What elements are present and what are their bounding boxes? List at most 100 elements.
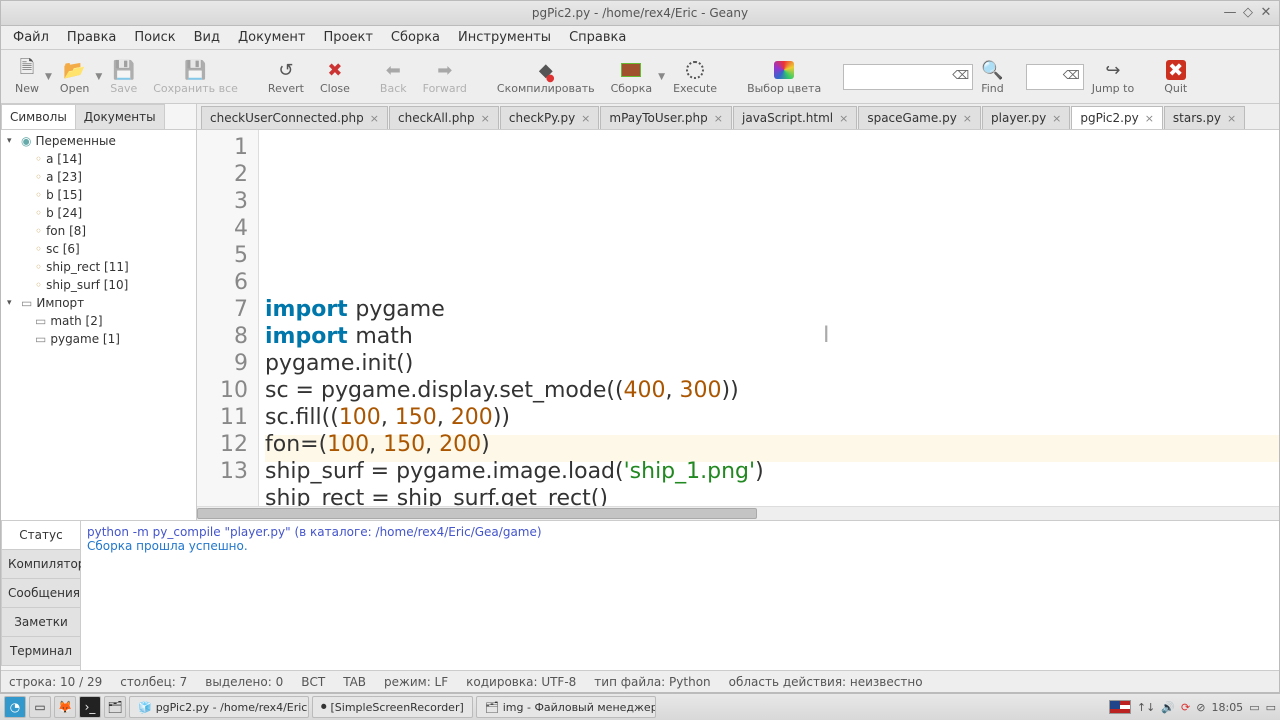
close-tab-icon[interactable]: × — [581, 112, 590, 125]
symbol-variable[interactable]: ◦ship_rect [11] — [1, 258, 196, 276]
menu-help[interactable]: Справка — [561, 27, 634, 48]
menu-tools[interactable]: Инструменты — [450, 27, 559, 48]
quit-button[interactable]: ✖Quit — [1156, 56, 1195, 97]
files-launcher[interactable]: 🗂 — [104, 696, 126, 718]
editor-tab[interactable]: spaceGame.py× — [858, 106, 981, 129]
sidebar-tab-symbols[interactable]: Символы — [1, 104, 76, 129]
symbol-import[interactable]: ▭pygame [1] — [1, 330, 196, 348]
open-dropdown-icon[interactable]: ▼ — [95, 72, 102, 82]
clear-jump-icon[interactable]: ⌫ — [1063, 68, 1080, 82]
close-tab-icon[interactable]: × — [370, 112, 379, 125]
color-chooser-button[interactable]: Выбор цвета — [739, 56, 829, 97]
symbol-import[interactable]: ▭math [2] — [1, 312, 196, 330]
editor-tab[interactable]: player.py× — [982, 106, 1070, 129]
menu-build[interactable]: Сборка — [383, 27, 448, 48]
taskbar-item-geany[interactable]: 🧊pgPic2.py - /home/rex4/Eric -... — [129, 696, 309, 718]
taskbar-item-files[interactable]: 🗂img - Файловый менеджер — [476, 696, 656, 718]
window-title: pgPic2.py - /home/rex4/Eric - Geany — [0, 6, 1280, 20]
sidebar-tab-documents[interactable]: Документы — [75, 104, 165, 129]
msgtab-status[interactable]: Статус — [1, 520, 80, 550]
revert-button[interactable]: ↺Revert — [260, 56, 312, 97]
save-button[interactable]: 💾Save — [102, 56, 145, 97]
status-mode: режим: LF — [384, 675, 448, 689]
status-column: столбец: 7 — [120, 675, 187, 689]
menu-project[interactable]: Проект — [316, 27, 381, 48]
msgtab-messages[interactable]: Сообщения — [1, 578, 80, 608]
open-button[interactable]: 📂Open — [52, 56, 97, 97]
build-dropdown-icon[interactable]: ▼ — [658, 72, 665, 82]
editor-tab[interactable]: javaScript.html× — [733, 106, 857, 129]
close-tab-icon[interactable]: × — [481, 112, 490, 125]
msgtab-compiler[interactable]: Компилятор — [1, 549, 80, 579]
save-all-button[interactable]: 💾Сохранить все — [145, 56, 246, 97]
symbol-variable[interactable]: ◦ship_surf [10] — [1, 276, 196, 294]
symbol-variable[interactable]: ◦b [24] — [1, 204, 196, 222]
code-editor[interactable]: 12345678910111213 I import pygameimport … — [197, 130, 1279, 506]
close-tab-icon[interactable]: × — [963, 112, 972, 125]
volume-icon[interactable]: 🔊 — [1161, 701, 1175, 714]
symbol-variable[interactable]: ◦b [15] — [1, 186, 196, 204]
menu-search[interactable]: Поиск — [126, 27, 183, 48]
new-button[interactable]: 🗎New — [7, 56, 47, 97]
new-file-icon: 🗎 — [20, 58, 34, 82]
symbol-variable[interactable]: ◦a [23] — [1, 168, 196, 186]
editor-tab[interactable]: checkUserConnected.php× — [201, 106, 388, 129]
menu-view[interactable]: Вид — [186, 27, 228, 48]
close-button[interactable]: ✖Close — [312, 56, 358, 97]
back-button[interactable]: ⬅Back — [372, 56, 415, 97]
keyboard-layout-icon[interactable] — [1109, 700, 1131, 714]
msgtab-notes[interactable]: Заметки — [1, 607, 80, 637]
menu-edit[interactable]: Правка — [59, 27, 124, 48]
close-tab-icon[interactable]: × — [1227, 112, 1236, 125]
close-tab-icon[interactable]: × — [1145, 112, 1154, 125]
clock[interactable]: 18:05 — [1211, 701, 1243, 714]
browser-launcher[interactable]: 🦊 — [54, 696, 76, 718]
status-bar: строка: 10 / 29 столбец: 7 выделено: 0 В… — [1, 670, 1279, 692]
taskbar-item-recorder[interactable]: ⏺[SimpleScreenRecorder] — [312, 696, 473, 718]
menu-bar: Файл Правка Поиск Вид Документ Проект Сб… — [1, 26, 1279, 50]
editor-tab[interactable]: checkAll.php× — [389, 106, 499, 129]
execute-button[interactable]: Execute — [665, 56, 725, 97]
editor-tab[interactable]: pgPic2.py× — [1071, 106, 1163, 129]
close-window-button[interactable]: ✕ — [1259, 6, 1273, 20]
tray-icon[interactable]: ▭ — [1266, 701, 1276, 714]
messages-output[interactable]: python -m py_compile "player.py" (в ката… — [81, 521, 1279, 670]
clear-find-icon[interactable]: ⌫ — [952, 68, 969, 82]
toolbar: 🗎New ▼ 📂Open ▼ 💾Save 💾Сохранить все ↺Rev… — [1, 50, 1279, 104]
tray-icon[interactable]: ▭ — [1249, 701, 1259, 714]
symbol-variable[interactable]: ◦sc [6] — [1, 240, 196, 258]
minimize-button[interactable]: — — [1223, 6, 1237, 20]
tree-node-import[interactable]: ▾▭Импорт — [1, 294, 196, 312]
scrollbar-thumb[interactable] — [197, 508, 757, 519]
code-source[interactable]: I import pygameimport mathpygame.init()s… — [259, 130, 1279, 506]
start-menu-button[interactable]: ◔ — [4, 696, 26, 718]
network-icon[interactable]: ↑↓ — [1137, 701, 1155, 714]
updates-icon[interactable]: ⟳ — [1181, 701, 1190, 714]
editor-tab[interactable]: checkPy.py× — [500, 106, 600, 129]
search-icon: 🔍 — [981, 58, 1003, 82]
jump-button[interactable]: ↪Jump to — [1084, 56, 1142, 97]
new-dropdown-icon[interactable]: ▼ — [45, 72, 52, 82]
line-gutter: 12345678910111213 — [197, 130, 259, 506]
desktop-button[interactable]: ▭ — [29, 696, 51, 718]
editor-tab[interactable]: mPayToUser.php× — [600, 106, 732, 129]
close-tab-icon[interactable]: × — [839, 112, 848, 125]
editor-tab[interactable]: stars.py× — [1164, 106, 1245, 129]
horizontal-scrollbar[interactable] — [197, 506, 1279, 520]
maximize-button[interactable]: ◇ — [1241, 6, 1255, 20]
close-tab-icon[interactable]: × — [714, 112, 723, 125]
symbol-variable[interactable]: ◦fon [8] — [1, 222, 196, 240]
menu-file[interactable]: Файл — [5, 27, 57, 48]
msgtab-terminal[interactable]: Терминал — [1, 636, 80, 666]
terminal-launcher[interactable]: ›_ — [79, 696, 101, 718]
power-icon[interactable]: ⊘ — [1196, 701, 1205, 714]
tree-node-variables[interactable]: ▾◉Переменные — [1, 132, 196, 150]
forward-button[interactable]: ➡Forward — [415, 56, 475, 97]
close-tab-icon[interactable]: × — [1052, 112, 1061, 125]
symbol-variable[interactable]: ◦a [14] — [1, 150, 196, 168]
find-button[interactable]: 🔍Find — [973, 56, 1012, 97]
build-button[interactable]: Сборка — [603, 56, 661, 97]
compile-button[interactable]: ◆Скомпилировать — [489, 56, 603, 97]
menu-document[interactable]: Документ — [230, 27, 314, 48]
compile-icon: ◆ — [539, 58, 553, 82]
